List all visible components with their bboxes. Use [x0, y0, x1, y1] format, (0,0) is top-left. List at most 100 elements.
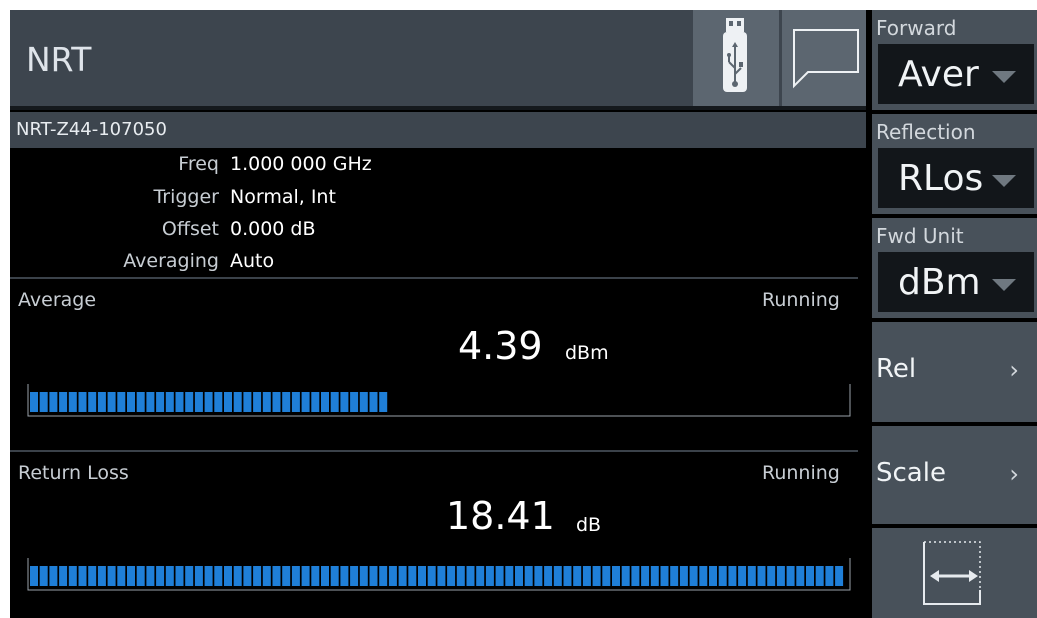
return-loss-scale-tick-label: 14	[756, 604, 779, 606]
return-loss-bar-segment	[573, 566, 582, 586]
average-bar-segment	[68, 392, 77, 412]
average-bar-segment	[146, 392, 155, 412]
usb-icon	[723, 18, 747, 92]
info-label-averaging: Averaging	[123, 250, 219, 272]
average-bar-graph: 0 1 2 3 4 5 6 7 8 9 10	[27, 384, 851, 432]
info-label-freq: Freq	[178, 153, 219, 175]
average-bar-segment	[359, 392, 368, 412]
average-bar-segment	[243, 392, 252, 412]
return-loss-bar-segment	[262, 566, 271, 586]
return-loss-scale-tick-label: 15	[827, 604, 850, 606]
info-row-freq: Freq 1.000 000 GHz	[10, 153, 430, 179]
average-status: Running	[762, 289, 840, 311]
return-loss-bar-segment	[408, 566, 417, 586]
info-value-trigger: Normal, Int	[230, 186, 336, 208]
divider	[10, 450, 858, 452]
average-bar-segment	[39, 392, 48, 412]
return-loss-bar-segment	[718, 566, 727, 586]
rel-button[interactable]: Rel ›	[872, 322, 1037, 422]
average-bar-segment	[272, 392, 281, 412]
average-bar-segment	[262, 392, 271, 412]
return-loss-bar-segment	[224, 566, 232, 586]
return-loss-bar-segment	[709, 566, 717, 586]
return-loss-label: Return Loss	[18, 462, 129, 484]
average-scale-tick-label: 8	[680, 430, 691, 432]
fwd-unit-dropdown[interactable]: dBm	[878, 252, 1034, 312]
fwd-unit-softkey[interactable]: Fwd Unit dBm	[872, 218, 1037, 318]
average-bar-segment	[127, 392, 135, 412]
return-loss-status: Running	[762, 462, 840, 484]
sensor-header: NRT-Z44-107050	[10, 112, 866, 148]
return-loss-bar-segment	[291, 566, 300, 586]
average-scale-tick-label: 3	[269, 430, 280, 432]
average-bar-segment	[369, 392, 378, 412]
return-loss-bar-segment	[641, 566, 650, 586]
return-loss-bar-segment	[815, 566, 824, 586]
return-loss-bar-segment	[699, 566, 708, 586]
average-bar-segment	[88, 392, 97, 412]
average-bar-segment	[78, 392, 87, 412]
average-scale-tick-label: 5	[433, 430, 444, 432]
return-loss-bar-segment	[553, 566, 562, 586]
return-loss-bar-segment	[437, 566, 446, 586]
autoscale-icon	[923, 541, 981, 605]
separator	[10, 106, 866, 110]
average-bar-segment	[107, 392, 116, 412]
usb-button[interactable]	[693, 10, 779, 106]
return-loss-bar-segment	[68, 566, 77, 586]
return-loss-bar-segment	[650, 566, 659, 586]
return-loss-bar-segment	[602, 566, 611, 586]
average-label: Average	[18, 289, 97, 311]
return-loss-bar-segment	[301, 566, 310, 586]
average-bar-segment	[185, 392, 194, 412]
return-loss-value: 18.41	[446, 494, 555, 538]
return-loss-bar-segment	[679, 566, 688, 586]
return-loss-bar-segment	[786, 566, 795, 586]
average-bar-segment	[136, 392, 145, 412]
info-label-trigger: Trigger	[153, 186, 219, 208]
return-loss-bar-segment	[49, 566, 58, 586]
return-loss-scale-tick-label: 8	[269, 604, 280, 606]
return-loss-scale-tick-label: 10	[428, 604, 451, 606]
return-loss-bar-segment	[350, 566, 359, 586]
info-row-averaging: Averaging Auto	[10, 250, 430, 276]
return-loss-bar-segment	[495, 566, 504, 586]
average-bar-segment	[204, 392, 213, 412]
reflection-dropdown[interactable]: RLos	[878, 148, 1034, 208]
sensor-name: NRT-Z44-107050	[16, 119, 167, 140]
return-loss-bar-segment	[456, 566, 465, 586]
average-scale-tick-label: 0	[28, 430, 39, 432]
return-loss-bar-segment	[88, 566, 97, 586]
return-loss-scale-tick-label: 6	[104, 604, 115, 606]
fwd-unit-label: Fwd Unit	[876, 224, 964, 248]
return-loss-bar-segment	[670, 566, 679, 586]
return-loss-bar-segment	[796, 566, 805, 586]
average-bar-segment	[233, 392, 242, 412]
average-bar-segment	[117, 392, 126, 412]
return-loss-bar-segment	[146, 566, 155, 586]
return-loss-bar-segment	[282, 566, 291, 586]
return-loss-bar-segment	[369, 566, 378, 586]
return-loss-bar-segment	[776, 566, 785, 586]
average-bar-segment	[330, 392, 339, 412]
average-bar-segment	[194, 392, 203, 412]
return-loss-bar-segment	[156, 566, 165, 586]
average-scale-tick-label: 1	[104, 430, 115, 432]
return-loss-bar-segment	[204, 566, 213, 586]
reflection-softkey[interactable]: Reflection RLos	[872, 114, 1037, 214]
chevron-right-icon: ›	[1009, 356, 1019, 384]
return-loss-bar-segment	[30, 566, 38, 586]
return-loss-bar-segment	[175, 566, 184, 586]
autoscale-button[interactable]	[872, 528, 1037, 618]
return-loss-bar-segment	[757, 566, 766, 586]
return-loss-bar-segment	[582, 566, 591, 586]
message-button[interactable]	[782, 10, 866, 106]
forward-dropdown[interactable]: Aver	[878, 44, 1034, 104]
forward-softkey[interactable]: Forward Aver	[872, 10, 1037, 110]
average-scale-tick-label: 10	[827, 430, 850, 432]
return-loss-bar-segment	[767, 566, 776, 586]
scale-button[interactable]: Scale ›	[872, 426, 1037, 524]
return-loss-scale-tick-label: 11	[510, 604, 533, 606]
return-loss-bar-segment	[418, 566, 426, 586]
average-bar-segment	[165, 392, 174, 412]
